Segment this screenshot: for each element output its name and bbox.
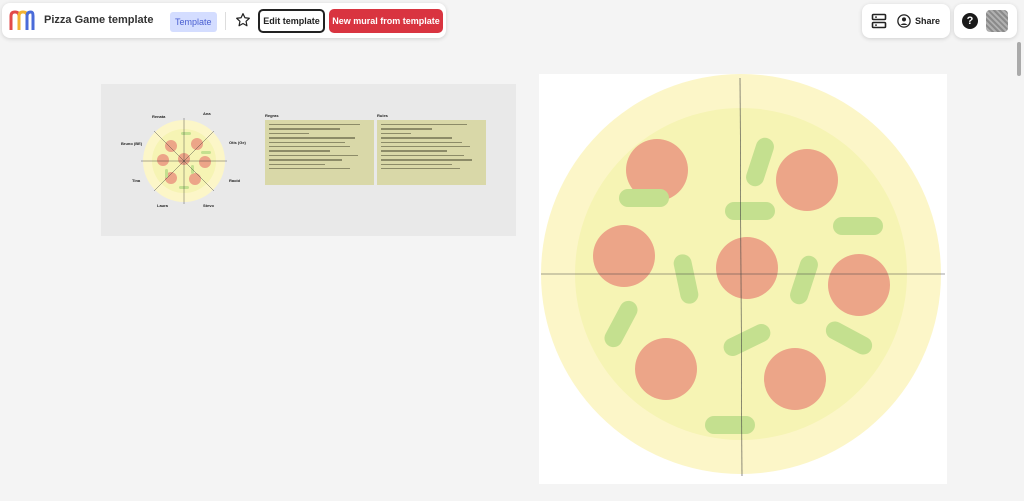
template-instructions-frame[interactable]: Renata Ana Bruno (BE) Otis (Ge) Tina Rao… <box>101 84 516 236</box>
participant-name: Laura <box>157 203 168 208</box>
help-icon[interactable]: ? <box>962 13 978 29</box>
pizza-frame[interactable] <box>539 74 947 484</box>
toolbar-divider <box>225 12 226 30</box>
top-toolbar: Pizza Game template Template Edit templa… <box>2 3 446 38</box>
participant-name: Otis (Ge) <box>229 140 246 145</box>
add-user-icon <box>897 14 911 28</box>
help-toolbar: ? <box>954 4 1017 38</box>
participant-name: Stevo <box>203 203 214 208</box>
star-icon[interactable] <box>235 12 251 28</box>
new-mural-from-template-button[interactable]: New mural from template <box>329 9 443 33</box>
notes-heading-regras: Regras <box>265 113 279 118</box>
avatar[interactable] <box>986 10 1008 32</box>
mini-pizza-image <box>141 118 227 204</box>
right-toolbar: Share <box>862 4 950 38</box>
participant-name: Tina <box>132 178 141 183</box>
participant-name: Bruno (BE) <box>121 141 143 146</box>
vertical-scrollbar[interactable] <box>1017 42 1021 76</box>
sticky-note-regras[interactable] <box>265 120 374 185</box>
edit-template-button[interactable]: Edit template <box>258 9 325 33</box>
participant-name: Raoid <box>229 178 241 183</box>
note-text-lines <box>269 124 370 172</box>
share-button[interactable]: Share <box>897 12 940 30</box>
template-badge: Template <box>170 12 217 32</box>
sticky-note-rules[interactable] <box>377 120 486 185</box>
notes-heading-rules: Rules <box>377 113 388 118</box>
share-label: Share <box>915 16 941 26</box>
pizza-image <box>541 74 945 477</box>
participant-name: Ana <box>203 111 211 116</box>
mural-title[interactable]: Pizza Game template <box>44 14 153 26</box>
participant-name: Renata <box>152 114 166 119</box>
outline-icon[interactable] <box>871 13 887 29</box>
note-text-lines <box>381 124 482 172</box>
mural-logo-icon[interactable] <box>9 10 35 32</box>
